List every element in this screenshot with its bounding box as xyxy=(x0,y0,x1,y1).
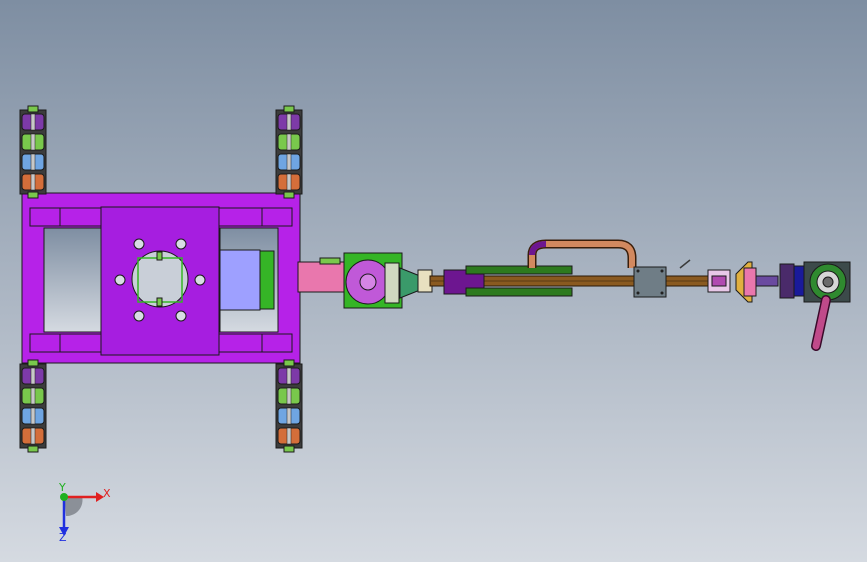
block-bolt xyxy=(636,269,640,273)
roller-axle xyxy=(30,153,36,171)
slide-arm xyxy=(297,261,347,293)
triad-x-label: X xyxy=(103,487,111,500)
wheel-cap xyxy=(27,359,39,367)
roller-axle xyxy=(286,173,292,191)
roller-axle xyxy=(286,427,292,445)
roller-axle xyxy=(286,113,292,131)
head-core xyxy=(822,276,834,288)
roller-axle xyxy=(286,153,292,171)
center-plate xyxy=(100,206,220,356)
roller-axle xyxy=(30,173,36,191)
bolt-hole xyxy=(175,238,187,250)
flange-shaft xyxy=(755,275,779,287)
triad-z-label: Z xyxy=(59,531,67,544)
bolt-hole xyxy=(175,310,187,322)
roller-axle xyxy=(286,133,292,151)
carriage-rail-top xyxy=(465,265,573,275)
wheel-assembly xyxy=(275,105,303,199)
triad-y-axis-dot xyxy=(60,493,68,501)
mount-block xyxy=(343,252,403,309)
wheel-assembly xyxy=(19,105,47,199)
roller-axle xyxy=(30,113,36,131)
wheel-cap xyxy=(283,105,295,113)
roller-axle xyxy=(286,387,292,405)
roller-axle xyxy=(286,367,292,385)
bore-key xyxy=(156,297,163,307)
block-bolt xyxy=(660,291,664,295)
roller-axle xyxy=(30,427,36,445)
block-bolt xyxy=(636,291,640,295)
roller-axle xyxy=(286,407,292,425)
bore-key xyxy=(156,251,163,261)
blue-block xyxy=(219,249,261,311)
frame-window-left xyxy=(43,227,103,333)
bolt-hole xyxy=(133,238,145,250)
wheel-cap xyxy=(27,105,39,113)
clevis-pin xyxy=(711,275,727,287)
roller-axle xyxy=(30,133,36,151)
bolt-hole xyxy=(194,274,206,286)
wheel-cap xyxy=(283,191,295,199)
bolt-hole xyxy=(114,274,126,286)
wheel-assembly xyxy=(275,359,303,453)
wheel-cap xyxy=(283,445,295,453)
slide-arm-tab xyxy=(319,257,341,265)
block-bolt xyxy=(660,269,664,273)
wheel-cap xyxy=(27,191,39,199)
roller-axle xyxy=(30,367,36,385)
carriage-rail-bottom xyxy=(465,287,573,297)
roller-axle xyxy=(30,387,36,405)
head-clamp xyxy=(779,263,795,299)
mount-hub xyxy=(359,273,377,291)
roller-axle xyxy=(30,407,36,425)
wheel-cap xyxy=(27,445,39,453)
head-ring xyxy=(793,265,805,297)
triad-y-label: Y xyxy=(58,481,66,494)
wheel-cap xyxy=(283,359,295,367)
flange-collar xyxy=(743,267,757,297)
assembly-scene[interactable]: X Y Z xyxy=(0,0,867,562)
cad-graphics-viewport[interactable]: X Y Z xyxy=(0,0,867,562)
mount-flange xyxy=(384,262,400,304)
wheel-assembly xyxy=(19,359,47,453)
bolt-hole xyxy=(133,310,145,322)
green-bracket xyxy=(259,250,275,310)
